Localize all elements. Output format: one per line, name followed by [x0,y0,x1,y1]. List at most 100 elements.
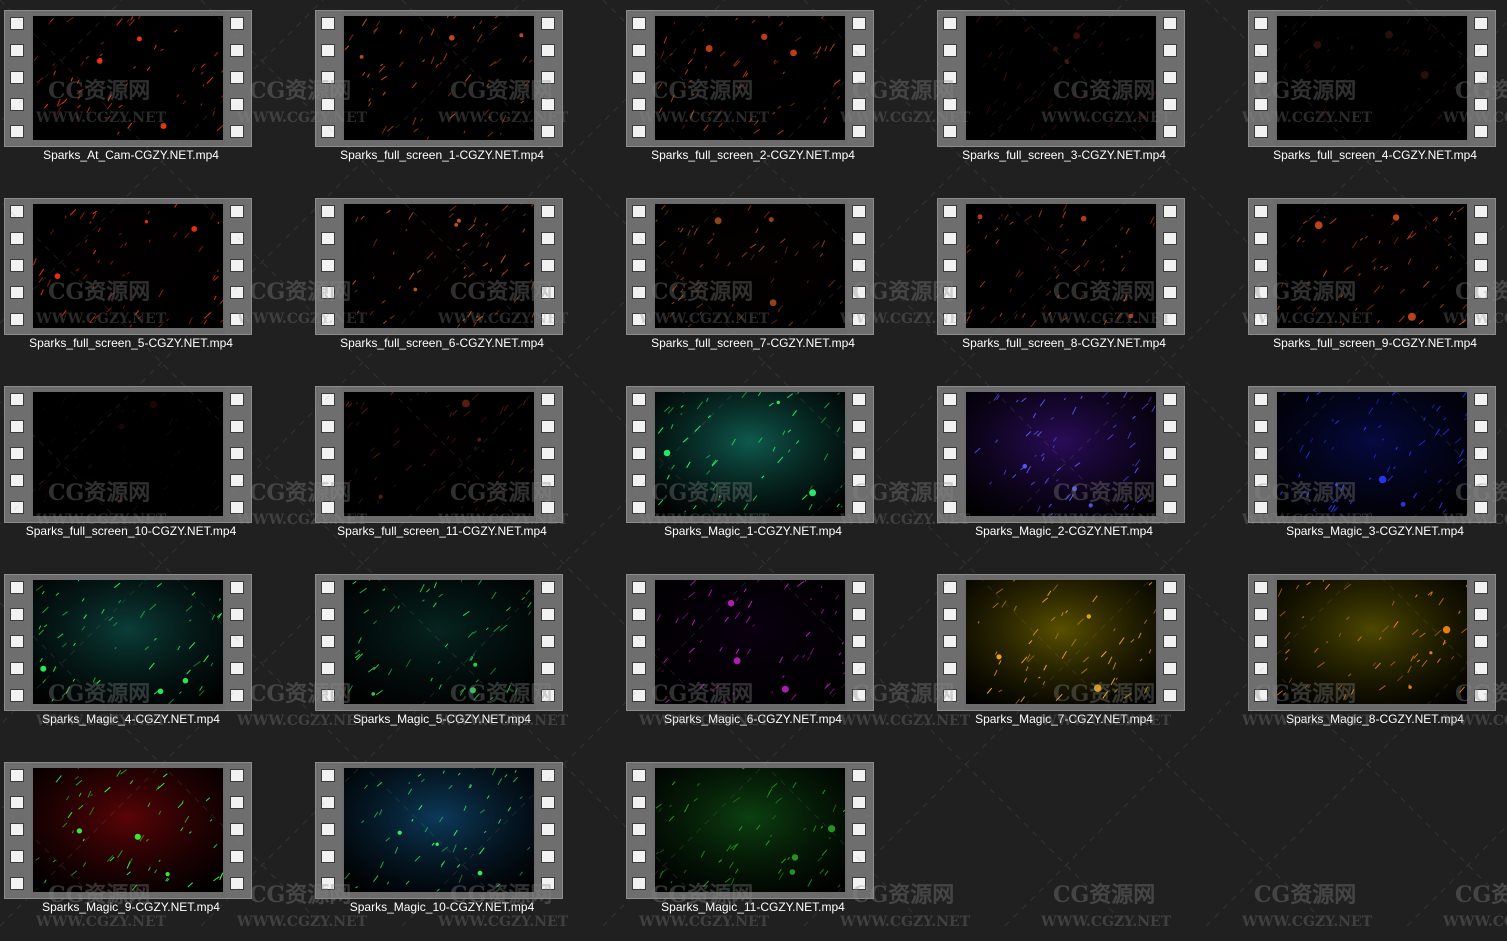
film-perforation [632,259,646,272]
video-thumbnail [937,574,1185,711]
film-strip-left [627,575,653,710]
video-thumbnail [4,198,252,335]
film-perforation [1474,393,1488,406]
film-strip-left [5,387,31,522]
film-perforation [1254,393,1268,406]
preview-background [33,580,223,704]
preview-background [966,204,1156,328]
preview-image [344,580,534,704]
spark-glow [1313,41,1321,49]
preview-background [1277,16,1467,140]
file-name-label: Sparks_full_screen_1-CGZY.NET.mp4 [312,147,572,163]
film-perforation [321,17,335,30]
preview-background [344,580,534,704]
video-file-item[interactable]: Sparks_Magic_9-CGZY.NET.mp4 [1,753,312,941]
film-perforation [852,17,866,30]
file-name-label: Sparks_Magic_8-CGZY.NET.mp4 [1245,711,1505,727]
video-file-item[interactable]: Sparks_Magic_2-CGZY.NET.mp4 [934,377,1245,565]
file-name-label: Sparks_Magic_4-CGZY.NET.mp4 [1,711,261,727]
film-perforation [1474,662,1488,675]
film-perforation [1163,689,1177,702]
video-file-item[interactable]: Sparks_full_screen_8-CGZY.NET.mp4 [934,189,1245,377]
film-perforation [1254,474,1268,487]
video-preview-frame [344,580,534,704]
file-grid: Sparks_At_Cam-CGZY.NET.mp4Sparks_full_sc… [0,0,1507,926]
preview-background [33,204,223,328]
spark-glow [1129,314,1134,319]
film-perforation [632,689,646,702]
film-perforation [230,98,244,111]
film-perforation [1163,17,1177,30]
video-file-item[interactable]: Sparks_Magic_8-CGZY.NET.mp4 [1245,565,1507,753]
video-file-item[interactable]: Sparks_full_screen_3-CGZY.NET.mp4 [934,1,1245,189]
film-perforation [1163,501,1177,514]
film-perforation [632,447,646,460]
video-file-item[interactable]: Sparks_Magic_11-CGZY.NET.mp4 [623,753,934,941]
video-file-item[interactable]: Sparks_full_screen_6-CGZY.NET.mp4 [312,189,623,377]
film-perforation [230,608,244,621]
video-file-item[interactable]: Sparks_At_Cam-CGZY.NET.mp4 [1,1,312,189]
film-perforation [321,877,335,890]
file-name-label: Sparks_Magic_10-CGZY.NET.mp4 [312,899,572,915]
video-thumbnail [1248,198,1496,335]
video-file-item[interactable]: Sparks_Magic_6-CGZY.NET.mp4 [623,565,934,753]
video-file-item[interactable]: Sparks_full_screen_2-CGZY.NET.mp4 [623,1,934,189]
film-perforation [632,125,646,138]
film-perforation [852,608,866,621]
film-strip-right [1469,199,1495,334]
video-file-item[interactable]: Sparks_full_screen_4-CGZY.NET.mp4 [1245,1,1507,189]
spark-glow [519,33,523,37]
film-perforation [1254,71,1268,84]
film-perforation [321,689,335,702]
video-file-item[interactable]: Sparks_full_screen_1-CGZY.NET.mp4 [312,1,623,189]
film-perforation [230,71,244,84]
spark-glow [734,657,741,664]
film-perforation [321,98,335,111]
film-perforation [943,44,957,57]
film-strip-left [316,575,342,710]
film-perforation [1474,286,1488,299]
film-perforation [1474,501,1488,514]
film-perforation [1254,447,1268,460]
spark-glow [398,831,402,835]
film-perforation [230,877,244,890]
film-perforation [943,286,957,299]
video-file-item[interactable]: Sparks_Magic_1-CGZY.NET.mp4 [623,377,934,565]
spark-glow [790,869,796,875]
video-file-item[interactable]: Sparks_full_screen_10-CGZY.NET.mp4 [1,377,312,565]
film-perforation [943,501,957,514]
video-file-item[interactable]: Sparks_full_screen_9-CGZY.NET.mp4 [1245,189,1507,377]
film-perforation [230,850,244,863]
video-preview-frame [344,204,534,328]
spark-glow [1081,216,1087,222]
film-perforation [852,313,866,326]
preview-background [966,16,1156,140]
video-file-item[interactable]: Sparks_Magic_3-CGZY.NET.mp4 [1245,377,1507,565]
video-file-item[interactable]: Sparks_Magic_7-CGZY.NET.mp4 [934,565,1245,753]
film-perforation [321,662,335,675]
spark-glow [1315,221,1323,229]
film-perforation [10,608,24,621]
film-perforation [852,474,866,487]
preview-image [33,392,223,516]
video-file-item[interactable]: Sparks_full_screen_11-CGZY.NET.mp4 [312,377,623,565]
video-thumbnail [626,574,874,711]
film-perforation [632,98,646,111]
spark-glow [1053,47,1058,52]
film-perforation [943,259,957,272]
video-file-item[interactable]: Sparks_Magic_10-CGZY.NET.mp4 [312,753,623,941]
spark-glow [1089,503,1093,507]
spark-glow [454,223,458,227]
film-perforation [1163,608,1177,621]
video-file-item[interactable]: Sparks_Magic_5-CGZY.NET.mp4 [312,565,623,753]
file-name-label: Sparks_full_screen_10-CGZY.NET.mp4 [1,523,261,539]
video-file-item[interactable]: Sparks_Magic_4-CGZY.NET.mp4 [1,565,312,753]
video-file-item[interactable]: Sparks_full_screen_7-CGZY.NET.mp4 [623,189,934,377]
film-perforation [1254,581,1268,594]
video-file-item[interactable]: Sparks_full_screen_5-CGZY.NET.mp4 [1,189,312,377]
spark-glow [1393,214,1399,220]
film-perforation [541,769,555,782]
preview-image [966,580,1156,704]
film-perforation [1163,259,1177,272]
film-perforation [1474,474,1488,487]
